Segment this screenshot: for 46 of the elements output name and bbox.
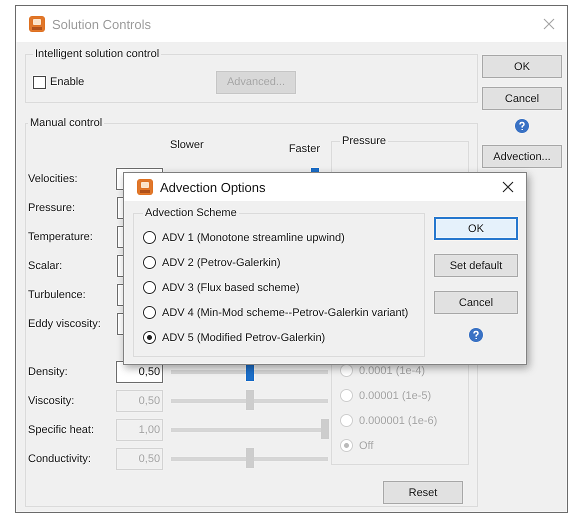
field-label: Conductivity: <box>28 452 92 464</box>
radio-label: Off <box>359 440 374 452</box>
radio-label: ADV 4 (Min-Mod scheme--Petrov-Galerkin variant) <box>162 306 408 318</box>
group-label: Manual control <box>29 117 104 129</box>
close-icon[interactable] <box>502 181 514 193</box>
window-title: Solution Controls <box>52 16 152 32</box>
radio-label: ADV 1 (Monotone streamline upwind) <box>162 232 345 244</box>
radio-button[interactable] <box>143 306 156 319</box>
field-label: Scalar: <box>28 260 64 272</box>
window-title: Advection Options <box>160 180 267 194</box>
reset-button[interactable]: Reset <box>383 481 463 504</box>
field-label: Eddy viscosity: <box>28 318 102 330</box>
radio-button[interactable] <box>143 231 156 244</box>
radio-button[interactable] <box>143 256 156 269</box>
radio-label: 0.00001 (1e-5) <box>359 390 432 402</box>
slider-caption: Slower <box>170 139 204 153</box>
dialog-button[interactable]: OK <box>434 217 518 240</box>
radio-button[interactable] <box>143 331 156 344</box>
radio-button[interactable] <box>143 281 156 294</box>
app-icon <box>137 179 153 195</box>
group-label: Advection Scheme <box>144 207 238 219</box>
checkbox[interactable] <box>33 76 46 88</box>
field-label: Density: <box>28 366 69 378</box>
field-label: Pressure: <box>28 202 76 214</box>
help-icon <box>469 328 483 342</box>
dialog-button[interactable]: Advection... <box>482 145 562 168</box>
radio-label: 0.000001 (1e-6) <box>359 414 438 426</box>
checkbox-label: Enable <box>50 76 84 88</box>
help-icon <box>515 119 529 133</box>
dialog-button[interactable]: Cancel <box>482 87 562 110</box>
radio-label: ADV 3 (Flux based scheme) <box>162 282 300 294</box>
field-label: Turbulence: <box>28 288 87 300</box>
radio-label: ADV 5 (Modified Petrov-Galerkin) <box>162 332 326 344</box>
app-icon <box>29 16 45 32</box>
dialog-button[interactable]: Cancel <box>434 291 518 314</box>
group-label: Intelligent solution control <box>34 48 160 60</box>
dialog-button[interactable]: OK <box>482 55 562 78</box>
radio-label: 0.0001 (1e-4) <box>359 364 426 376</box>
radio-label: ADV 2 (Petrov-Galerkin) <box>162 256 281 268</box>
slider-caption: Faster <box>288 143 320 157</box>
field-label: Specific heat: <box>28 424 96 436</box>
field-label: Temperature: <box>28 230 94 242</box>
field-label: Velocities: <box>28 172 79 184</box>
group-label: Pressure <box>341 135 388 147</box>
dialog-button[interactable]: Set default <box>434 254 518 277</box>
field-label: Viscosity: <box>28 394 76 406</box>
